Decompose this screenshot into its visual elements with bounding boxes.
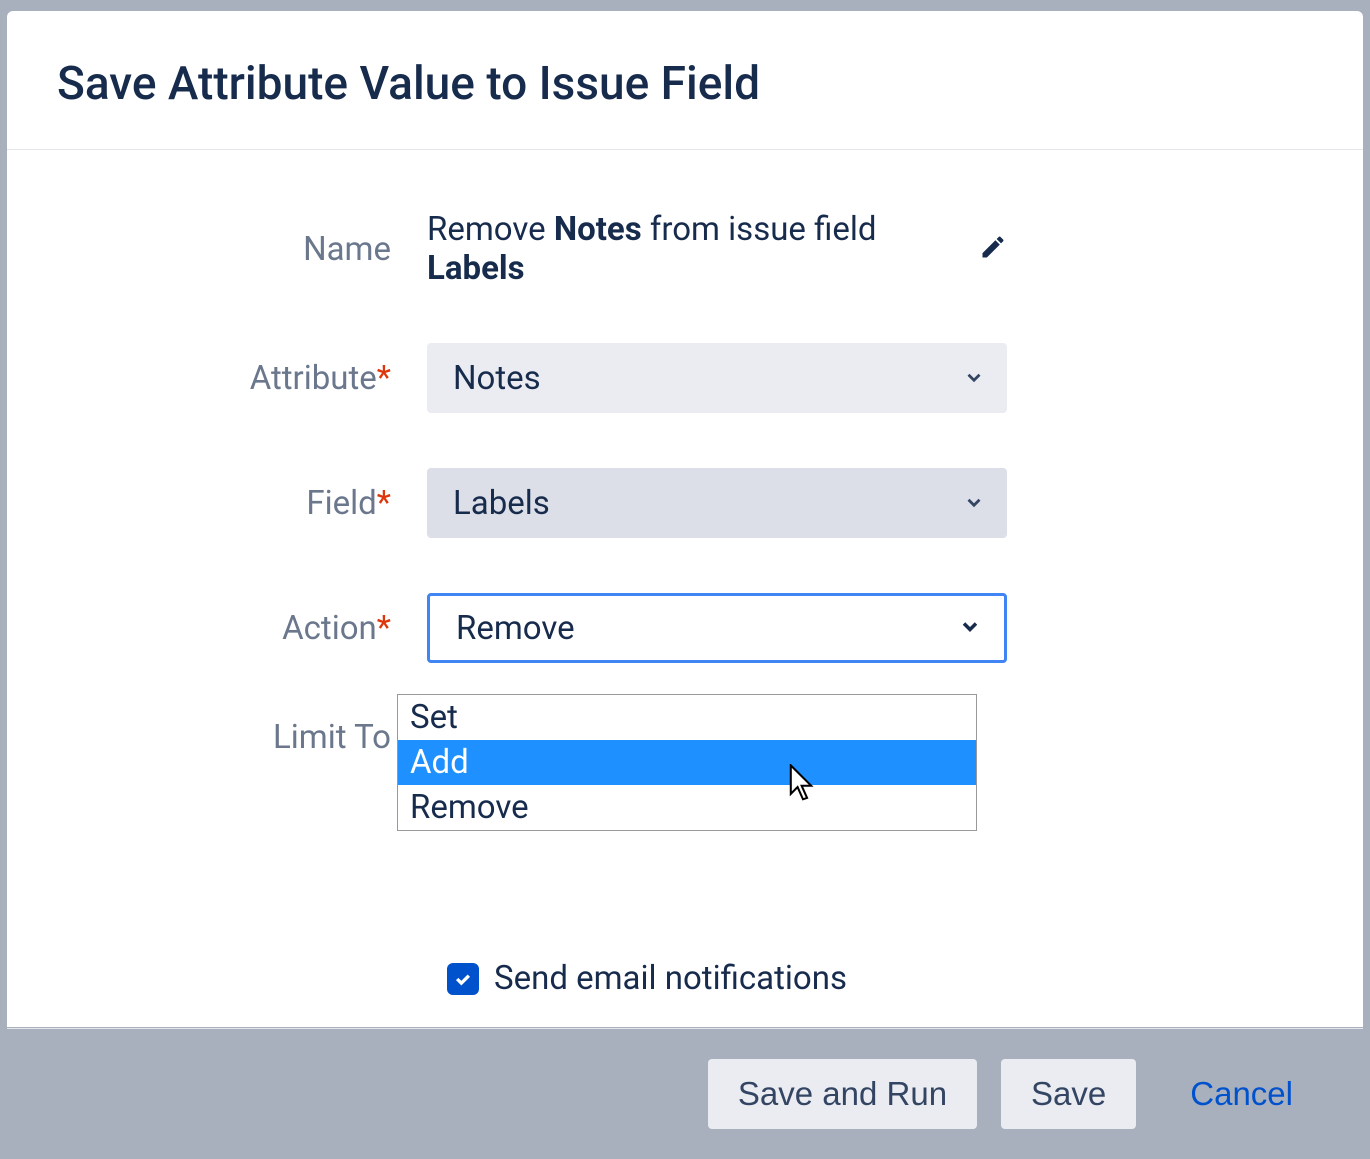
dropdown-option-remove[interactable]: Remove bbox=[398, 785, 976, 830]
chevron-down-icon bbox=[963, 359, 985, 398]
dropdown-option-set[interactable]: Set bbox=[398, 695, 976, 740]
modal-header: Save Attribute Value to Issue Field bbox=[7, 11, 1363, 150]
field-select[interactable]: Labels bbox=[427, 468, 1007, 538]
name-value-container: Remove Notes from issue field Labels bbox=[427, 210, 1007, 288]
save-and-run-button[interactable]: Save and Run bbox=[708, 1059, 977, 1129]
modal-footer: Save and Run Save Cancel bbox=[7, 1028, 1363, 1159]
action-label: Action* bbox=[57, 609, 427, 648]
modal-title: Save Attribute Value to Issue Field bbox=[57, 57, 1313, 111]
send-email-label: Send email notifications bbox=[494, 959, 847, 998]
modal-dialog: Save Attribute Value to Issue Field Name… bbox=[7, 11, 1363, 1027]
save-button[interactable]: Save bbox=[1001, 1059, 1136, 1129]
limit-to-label: Limit To bbox=[57, 718, 427, 757]
cancel-button[interactable]: Cancel bbox=[1160, 1059, 1323, 1129]
field-label: Field* bbox=[57, 484, 427, 523]
attribute-select[interactable]: Notes bbox=[427, 343, 1007, 413]
send-email-checkbox[interactable] bbox=[447, 963, 479, 995]
pencil-icon[interactable] bbox=[979, 233, 1007, 265]
action-select[interactable]: Remove bbox=[427, 593, 1007, 663]
name-label: Name bbox=[57, 230, 427, 269]
field-row: Field* Labels bbox=[57, 468, 1313, 538]
action-dropdown: Set Add Remove bbox=[397, 694, 977, 831]
chevron-down-icon bbox=[963, 484, 985, 523]
attribute-row: Attribute* Notes bbox=[57, 343, 1313, 413]
action-row: Action* Remove bbox=[57, 593, 1313, 663]
chevron-down-icon bbox=[958, 609, 982, 648]
name-value: Remove Notes from issue field Labels bbox=[427, 210, 911, 288]
send-email-row: Send email notifications bbox=[447, 959, 1313, 998]
dropdown-option-add[interactable]: Add bbox=[398, 740, 976, 785]
name-row: Name Remove Notes from issue field Label… bbox=[57, 210, 1313, 288]
attribute-label: Attribute* bbox=[57, 359, 427, 398]
modal-body: Name Remove Notes from issue field Label… bbox=[7, 150, 1363, 1028]
